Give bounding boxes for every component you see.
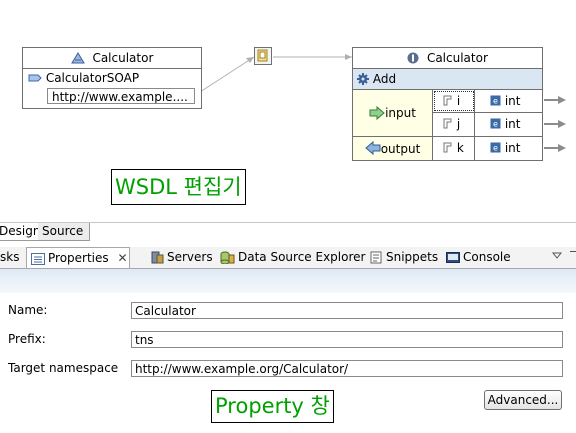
part-type-cell[interactable]: e int xyxy=(475,137,542,160)
part-row[interactable]: k e int xyxy=(433,137,542,160)
editor-tab-bar: Design Source xyxy=(0,222,576,241)
part-row[interactable]: i e int xyxy=(433,90,542,113)
part-type: int xyxy=(504,117,521,131)
tab-design[interactable]: Design xyxy=(0,223,40,241)
part-name-cell[interactable]: k xyxy=(433,137,475,160)
tab-snippets[interactable]: Snippets xyxy=(370,247,438,267)
service-header: Calculator xyxy=(23,48,201,69)
properties-panel: Name: Calculator Prefix: tns Target name… xyxy=(0,269,576,433)
address-field[interactable]: http://www.example.... xyxy=(47,88,195,104)
svg-text:e: e xyxy=(493,144,498,153)
element-icon: e xyxy=(490,117,501,131)
svg-text:e: e xyxy=(493,120,498,129)
service-icon xyxy=(70,51,93,65)
properties-header-band xyxy=(0,269,576,293)
gear-icon xyxy=(357,72,373,86)
tab-source[interactable]: Source xyxy=(38,223,90,241)
tab-data-source-explorer[interactable]: Data Source Explorer xyxy=(220,247,365,267)
element-icon: e xyxy=(490,94,501,108)
input-arrow-icon xyxy=(369,105,385,121)
prefix-label: Prefix: xyxy=(8,332,46,346)
part-name: i xyxy=(456,94,461,108)
part-type: int xyxy=(504,94,521,108)
binding-icon[interactable] xyxy=(254,47,272,65)
property-annotation: Property 창 xyxy=(211,390,334,423)
element-icon: e xyxy=(490,141,501,155)
porttype-box[interactable]: Calculator Add input output i e int j e … xyxy=(352,47,543,161)
design-canvas[interactable]: Calculator CalculatorSOAP http://www.exa… xyxy=(0,0,576,222)
part-icon xyxy=(443,117,453,131)
name-label: Name: xyxy=(8,303,48,317)
tab-console[interactable]: Console xyxy=(446,247,511,267)
console-icon xyxy=(446,250,463,264)
name-field[interactable]: Calculator xyxy=(131,302,563,319)
part-name-cell[interactable]: i xyxy=(433,90,475,112)
output-cell[interactable]: output xyxy=(353,137,433,160)
part-type-cell[interactable]: e int xyxy=(475,90,542,112)
namespace-label: Target namespace xyxy=(8,361,119,375)
output-arrow-icon xyxy=(364,140,381,156)
part-name-cell[interactable]: j xyxy=(433,113,475,136)
interface-icon xyxy=(407,51,427,65)
tab-servers[interactable]: Servers xyxy=(150,247,213,267)
service-box[interactable]: Calculator CalculatorSOAP http://www.exa… xyxy=(22,47,202,109)
minimize-icon[interactable] xyxy=(570,251,576,264)
part-type-cell[interactable]: e int xyxy=(475,113,542,136)
snippets-icon xyxy=(370,250,386,264)
part-name: k xyxy=(456,141,464,155)
porttype-title: Calculator xyxy=(426,51,488,65)
servers-icon xyxy=(150,250,167,264)
prefix-field[interactable]: tns xyxy=(131,331,563,348)
input-label: input xyxy=(385,106,416,120)
address-value: http://www.example.... xyxy=(52,90,188,104)
view-menu-icon[interactable] xyxy=(551,249,563,263)
port-row[interactable]: CalculatorSOAP xyxy=(23,69,201,87)
close-icon[interactable]: ✕ xyxy=(117,251,127,265)
porttype-header: Calculator xyxy=(353,48,542,69)
tab-tasks[interactable]: sks xyxy=(0,247,19,267)
database-icon xyxy=(220,250,238,265)
view-tab-bar: sks Properties ✕ Servers Data Source Exp… xyxy=(0,247,576,269)
operation-name: Add xyxy=(372,72,397,86)
output-label: output xyxy=(380,141,421,156)
editor-annotation: WSDL 편집기 xyxy=(111,169,246,205)
svg-text:e: e xyxy=(493,97,498,106)
part-type: int xyxy=(504,141,521,155)
part-icon xyxy=(443,94,453,108)
part-row[interactable]: j e int xyxy=(433,113,542,137)
port-icon xyxy=(28,71,46,85)
advanced-button[interactable]: Advanced... xyxy=(484,390,562,410)
port-name: CalculatorSOAP xyxy=(45,71,140,85)
tab-properties[interactable]: Properties ✕ xyxy=(26,247,130,268)
service-title: Calculator xyxy=(92,51,154,65)
input-cell[interactable]: input xyxy=(353,90,433,137)
namespace-field[interactable]: http://www.example.org/Calculator/ xyxy=(131,360,563,377)
part-icon xyxy=(443,141,453,155)
operation-row[interactable]: Add xyxy=(353,69,542,90)
part-name: j xyxy=(456,117,461,131)
properties-icon xyxy=(31,251,48,265)
